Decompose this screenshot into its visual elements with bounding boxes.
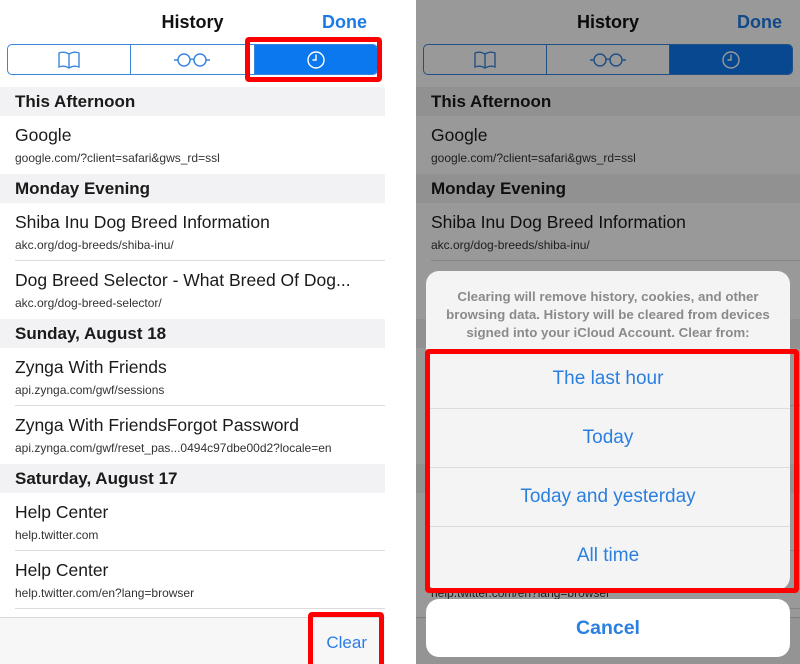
option-today-and-yesterday[interactable]: Today and yesterday [426, 467, 790, 526]
item-url: akc.org/dog-breeds/shiba-inu/ [15, 238, 174, 252]
glasses-icon [174, 52, 211, 67]
item-title: Zynga With Friends [15, 357, 167, 377]
option-last-hour[interactable]: The last hour [426, 349, 790, 408]
history-item[interactable]: Shiba Inu Dog Breed Information akc.org/… [0, 203, 385, 261]
section-header: This Afternoon [0, 87, 385, 116]
action-sheet-message: Clearing will remove history, cookies, a… [446, 289, 770, 340]
history-item[interactable]: Zynga With Friends api.zynga.com/gwf/ses… [0, 348, 385, 406]
cancel-button[interactable]: Cancel [426, 599, 790, 657]
section-header: Sunday, August 18 [0, 319, 385, 348]
clock-icon [307, 50, 325, 69]
history-item[interactable]: Help Center help.twitter.com [0, 493, 385, 551]
item-title: Shiba Inu Dog Breed Information [15, 212, 270, 232]
option-all-time[interactable]: All time [426, 526, 790, 585]
item-title: Dog Breed Selector - What Breed Of Dog..… [15, 270, 351, 290]
tab-reading-list[interactable] [131, 45, 255, 74]
item-url: google.com/?client=safari&gws_rd=ssl [15, 151, 220, 165]
history-screen: History Done This Afternoon Google googl… [0, 0, 385, 664]
item-title: Zynga With FriendsForgot Password [15, 415, 299, 435]
tab-bookmarks[interactable] [8, 45, 132, 74]
history-list: This Afternoon Google google.com/?client… [0, 87, 385, 609]
item-url: api.zynga.com/gwf/sessions [15, 383, 165, 397]
section-header: Monday Evening [0, 174, 385, 203]
bottom-toolbar: Clear [0, 617, 385, 664]
tab-history[interactable] [254, 45, 377, 74]
history-item[interactable]: Zynga With FriendsForgot Password api.zy… [0, 406, 385, 464]
section-header: Saturday, August 17 [0, 464, 385, 493]
item-title: Help Center [15, 560, 109, 580]
item-url: help.twitter.com/en?lang=browser [15, 586, 195, 600]
item-url: akc.org/dog-breed-selector/ [15, 296, 162, 310]
item-title: Help Center [15, 502, 109, 522]
history-item[interactable]: Google google.com/?client=safari&gws_rd=… [0, 116, 385, 174]
history-item[interactable]: Dog Breed Selector - What Breed Of Dog..… [0, 261, 385, 319]
history-item[interactable]: Help Center help.twitter.com/en?lang=bro… [0, 551, 385, 609]
navigation-bar: History Done [0, 0, 385, 42]
option-today[interactable]: Today [426, 408, 790, 467]
clear-history-screen: History Done This Afternoon Google googl… [416, 0, 800, 664]
clear-button[interactable]: Clear [326, 633, 367, 653]
item-url: api.zynga.com/gwf/reset_pas...0494c97dbe… [15, 441, 332, 455]
item-url: help.twitter.com [15, 528, 99, 542]
item-title: Google [15, 125, 72, 145]
done-button[interactable]: Done [322, 12, 367, 33]
segmented-control [7, 44, 378, 75]
action-sheet: Clearing will remove history, cookies, a… [426, 271, 790, 590]
book-icon [58, 51, 80, 69]
